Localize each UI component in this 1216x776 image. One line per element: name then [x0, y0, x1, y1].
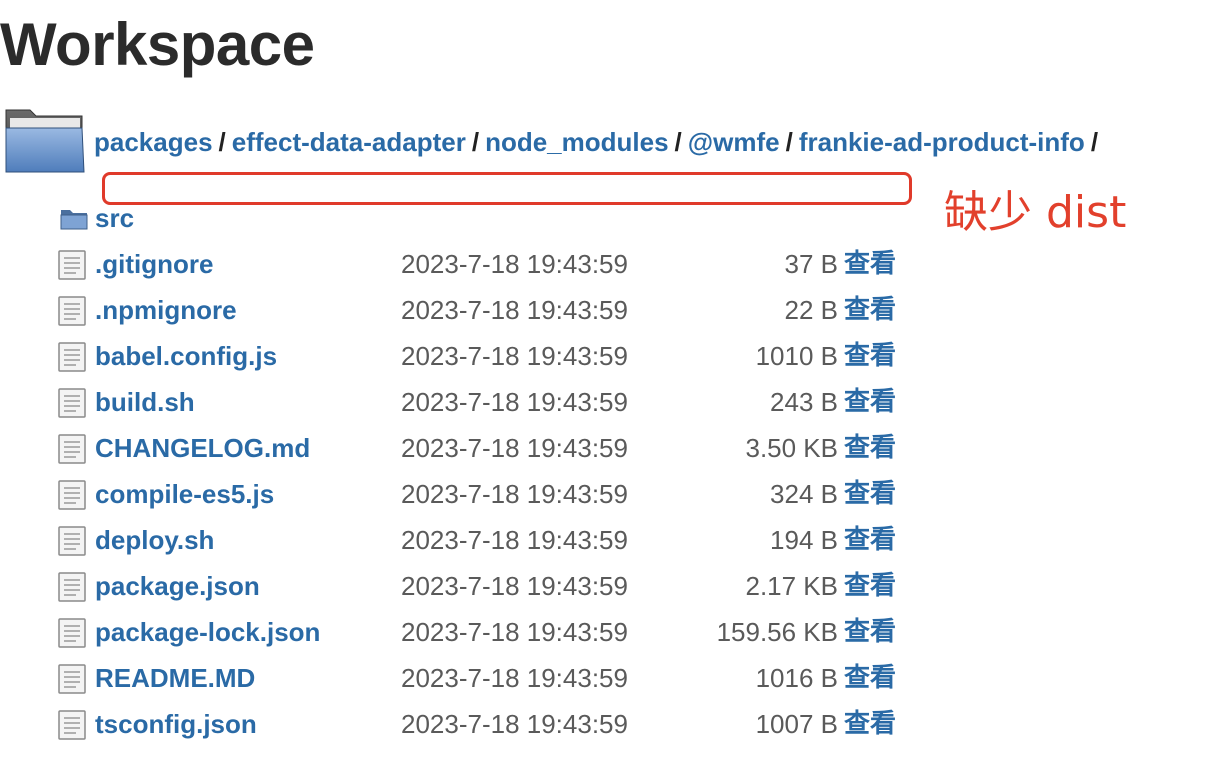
file-date: 2023-7-18 19:43:59: [401, 709, 628, 739]
page-title: Workspace: [0, 11, 315, 78]
file-size: 2.17 KB: [745, 571, 838, 601]
file-icon: [58, 480, 86, 510]
view-link[interactable]: 查看: [844, 660, 896, 696]
file-row[interactable]: package-lock.json 2023-7-18 19:43:59 159.5…: [0, 610, 1216, 656]
file-row[interactable]: build.sh 2023-7-18 19:43:59 243 B 查看: [0, 380, 1216, 426]
breadcrumb-link[interactable]: @wmfe: [688, 127, 780, 157]
file-size: 324 B: [770, 479, 838, 509]
breadcrumb-separator: /: [1090, 127, 1099, 157]
file-size: 159.56 KB: [716, 617, 838, 647]
file-row[interactable]: .npmignore 2023-7-18 19:43:59 22 B 查看: [0, 288, 1216, 334]
file-date: 2023-7-18 19:43:59: [401, 571, 628, 601]
file-row[interactable]: deploy.sh 2023-7-18 19:43:59 194 B 查看: [0, 518, 1216, 564]
file-icon: [58, 296, 86, 326]
file-size: 243 B: [770, 387, 838, 417]
file-date: 2023-7-18 19:43:59: [401, 387, 628, 417]
directory-row-src[interactable]: src: [0, 196, 1216, 242]
breadcrumb-separator: /: [785, 127, 793, 157]
file-date: 2023-7-18 19:43:59: [401, 295, 628, 325]
view-link[interactable]: 查看: [844, 568, 896, 604]
view-link[interactable]: 查看: [844, 476, 896, 512]
file-size: 194 B: [770, 525, 838, 555]
folder-icon: [60, 210, 88, 230]
file-name-link[interactable]: .npmignore: [95, 292, 237, 328]
file-name-link[interactable]: CHANGELOG.md: [95, 430, 310, 466]
file-name-link[interactable]: build.sh: [95, 384, 195, 420]
file-name-link[interactable]: .gitignore: [95, 246, 213, 282]
file-name-link[interactable]: compile-es5.js: [95, 476, 274, 512]
view-link[interactable]: 查看: [844, 338, 896, 374]
file-row[interactable]: README.MD 2023-7-18 19:43:59 1016 B 查看: [0, 656, 1216, 702]
folder-icon: [5, 109, 85, 173]
view-link[interactable]: 查看: [844, 614, 896, 650]
file-name-link[interactable]: deploy.sh: [95, 522, 214, 558]
file-icon: [58, 250, 86, 280]
file-date: 2023-7-18 19:43:59: [401, 663, 628, 693]
file-date: 2023-7-18 19:43:59: [401, 341, 628, 371]
view-link[interactable]: 查看: [844, 706, 896, 742]
file-row[interactable]: tsconfig.json 2023-7-18 19:43:59 1007 B 查看: [0, 702, 1216, 748]
file-size: 1007 B: [755, 709, 838, 739]
breadcrumb-link[interactable]: packages: [94, 127, 213, 157]
breadcrumb-link[interactable]: frankie-ad-product-info: [799, 127, 1085, 157]
file-size: 1016 B: [755, 663, 838, 693]
file-icon: [58, 434, 86, 464]
file-size: 3.50 KB: [745, 433, 838, 463]
view-link[interactable]: 查看: [844, 246, 896, 282]
file-size: 1010 B: [755, 341, 838, 371]
file-name-link[interactable]: package.json: [95, 568, 260, 604]
breadcrumb-link[interactable]: effect-data-adapter: [232, 127, 466, 157]
file-name-link[interactable]: babel.config.js: [95, 338, 277, 374]
file-icon: [58, 342, 86, 372]
file-icon: [58, 388, 86, 418]
file-icon: [58, 526, 86, 556]
file-row[interactable]: babel.config.js 2023-7-18 19:43:59 1010 B查…: [0, 334, 1216, 380]
file-size: 37 B: [784, 249, 839, 279]
breadcrumb-separator: /: [471, 127, 480, 157]
view-link[interactable]: 查看: [844, 292, 896, 328]
file-date: 2023-7-18 19:43:59: [401, 479, 628, 509]
file-date: 2023-7-18 19:43:59: [401, 617, 628, 647]
file-row[interactable]: compile-es5.js 2023-7-18 19:43:59 324 B 查看: [0, 472, 1216, 518]
breadcrumb-separator: /: [674, 127, 682, 157]
file-icon: [58, 572, 86, 602]
file-row[interactable]: package.json 2023-7-18 19:43:59 2.17 KB 查看: [0, 564, 1216, 610]
breadcrumb-link[interactable]: node_modules: [485, 127, 668, 157]
breadcrumb-separator: /: [218, 127, 226, 157]
file-date: 2023-7-18 19:43:59: [401, 525, 628, 555]
file-date: 2023-7-18 19:43:59: [401, 249, 628, 279]
file-size: 22 B: [784, 295, 839, 325]
view-link[interactable]: 查看: [844, 430, 896, 466]
file-row[interactable]: CHANGELOG.md 2023-7-18 19:43:59 3.50 KB 查看: [0, 426, 1216, 472]
file-name-link[interactable]: tsconfig.json: [95, 706, 257, 742]
file-name-link[interactable]: package-lock.json: [95, 614, 320, 650]
file-name-link[interactable]: README.MD: [95, 660, 255, 696]
view-link[interactable]: 查看: [844, 384, 896, 420]
file-date: 2023-7-18 19:43:59: [401, 433, 628, 463]
directory-link[interactable]: src: [95, 200, 134, 236]
file-row[interactable]: .gitignore 2023-7-18 19:43:59 37 B 查看: [0, 242, 1216, 288]
file-icon: [58, 618, 86, 648]
breadcrumb: packages / effect-data-adapter / node_module…: [94, 124, 1104, 160]
view-link[interactable]: 查看: [844, 522, 896, 558]
file-icon: [58, 710, 86, 740]
file-icon: [58, 664, 86, 694]
